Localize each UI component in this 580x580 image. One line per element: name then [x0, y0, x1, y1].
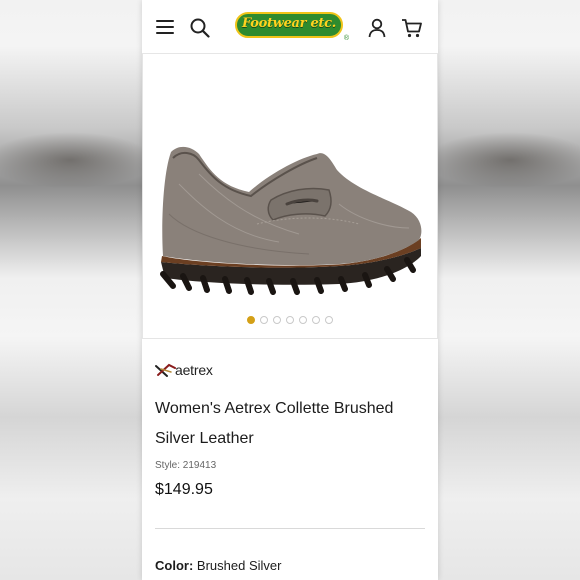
product-image-gallery[interactable] — [142, 54, 438, 339]
gallery-dot-2[interactable] — [260, 316, 268, 324]
color-value: Brushed Silver — [196, 558, 282, 573]
gallery-pagination — [247, 316, 347, 326]
logo-registered-mark: ® — [343, 35, 349, 42]
color-label: Color: — [155, 558, 194, 573]
aetrex-mark-icon — [155, 363, 176, 377]
gallery-dot-6[interactable] — [312, 316, 320, 324]
color-selection: Color: Brushed Silver — [155, 558, 281, 573]
logo-text: Footwear etc. — [242, 16, 336, 31]
account-icon[interactable] — [368, 18, 386, 38]
gallery-dot-3[interactable] — [273, 316, 281, 324]
style-value: 219413 — [182, 460, 217, 471]
style-label: Style: — [155, 460, 181, 471]
style-number: Style: 219413 — [155, 460, 216, 471]
mobile-screen: Footwear etc. ® aetrex Women's Aetrex Co… — [142, 0, 438, 580]
gallery-dot-5[interactable] — [299, 316, 307, 324]
gallery-dot-7[interactable] — [325, 316, 333, 324]
gallery-dot-4[interactable] — [286, 316, 294, 324]
divider — [155, 528, 425, 529]
footwear-etc-logo[interactable]: Footwear etc. ® — [235, 12, 349, 42]
header-bar: Footwear etc. ® — [142, 0, 438, 54]
brand-logo[interactable]: aetrex — [155, 360, 225, 382]
cart-icon[interactable] — [401, 18, 423, 38]
gallery-dot-1[interactable] — [247, 316, 255, 324]
shoe-icon — [160, 146, 422, 295]
product-title: Women's Aetrex Collette Brushed Silver L… — [155, 400, 394, 447]
product-price: $149.95 — [155, 481, 213, 498]
search-icon[interactable] — [190, 18, 210, 38]
brand-name: aetrex — [175, 362, 213, 378]
menu-icon[interactable] — [156, 19, 174, 35]
